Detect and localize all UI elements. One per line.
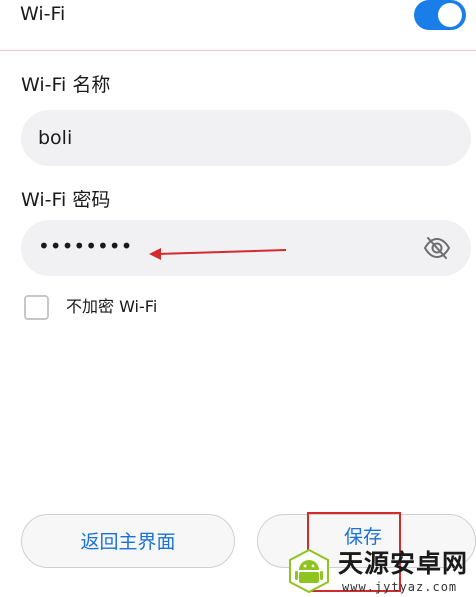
no-encryption-checkbox[interactable]	[24, 295, 49, 320]
back-to-home-button[interactable]: 返回主界面	[21, 514, 235, 568]
wifi-password-label: Wi-Fi 密码	[21, 189, 111, 211]
divider	[0, 50, 476, 51]
wifi-toggle[interactable]	[414, 0, 466, 30]
watermark-url: www.jytyaz.com	[342, 580, 458, 594]
android-logo-icon	[289, 548, 329, 594]
no-encryption-label: 不加密 Wi-Fi	[66, 297, 158, 316]
watermark: 天源安卓网 www.jytyaz.com	[286, 548, 476, 597]
wifi-title: Wi-Fi	[20, 3, 66, 25]
wifi-toggle-row[interactable]: Wi-Fi	[0, 0, 476, 50]
wifi-name-value: boli	[38, 127, 73, 149]
wifi-name-label: Wi-Fi 名称	[21, 74, 111, 96]
eye-off-icon[interactable]	[423, 234, 451, 262]
toggle-knob	[438, 3, 462, 27]
wifi-password-value: ••••••••	[38, 234, 133, 258]
wifi-edit-screen: Wi-Fi Wi-Fi 名称 boli Wi-Fi 密码 •••••••• 不加…	[0, 0, 476, 597]
watermark-title: 天源安卓网	[338, 549, 469, 578]
annotation-arrow	[149, 248, 287, 260]
wifi-name-input[interactable]: boli	[21, 110, 471, 166]
